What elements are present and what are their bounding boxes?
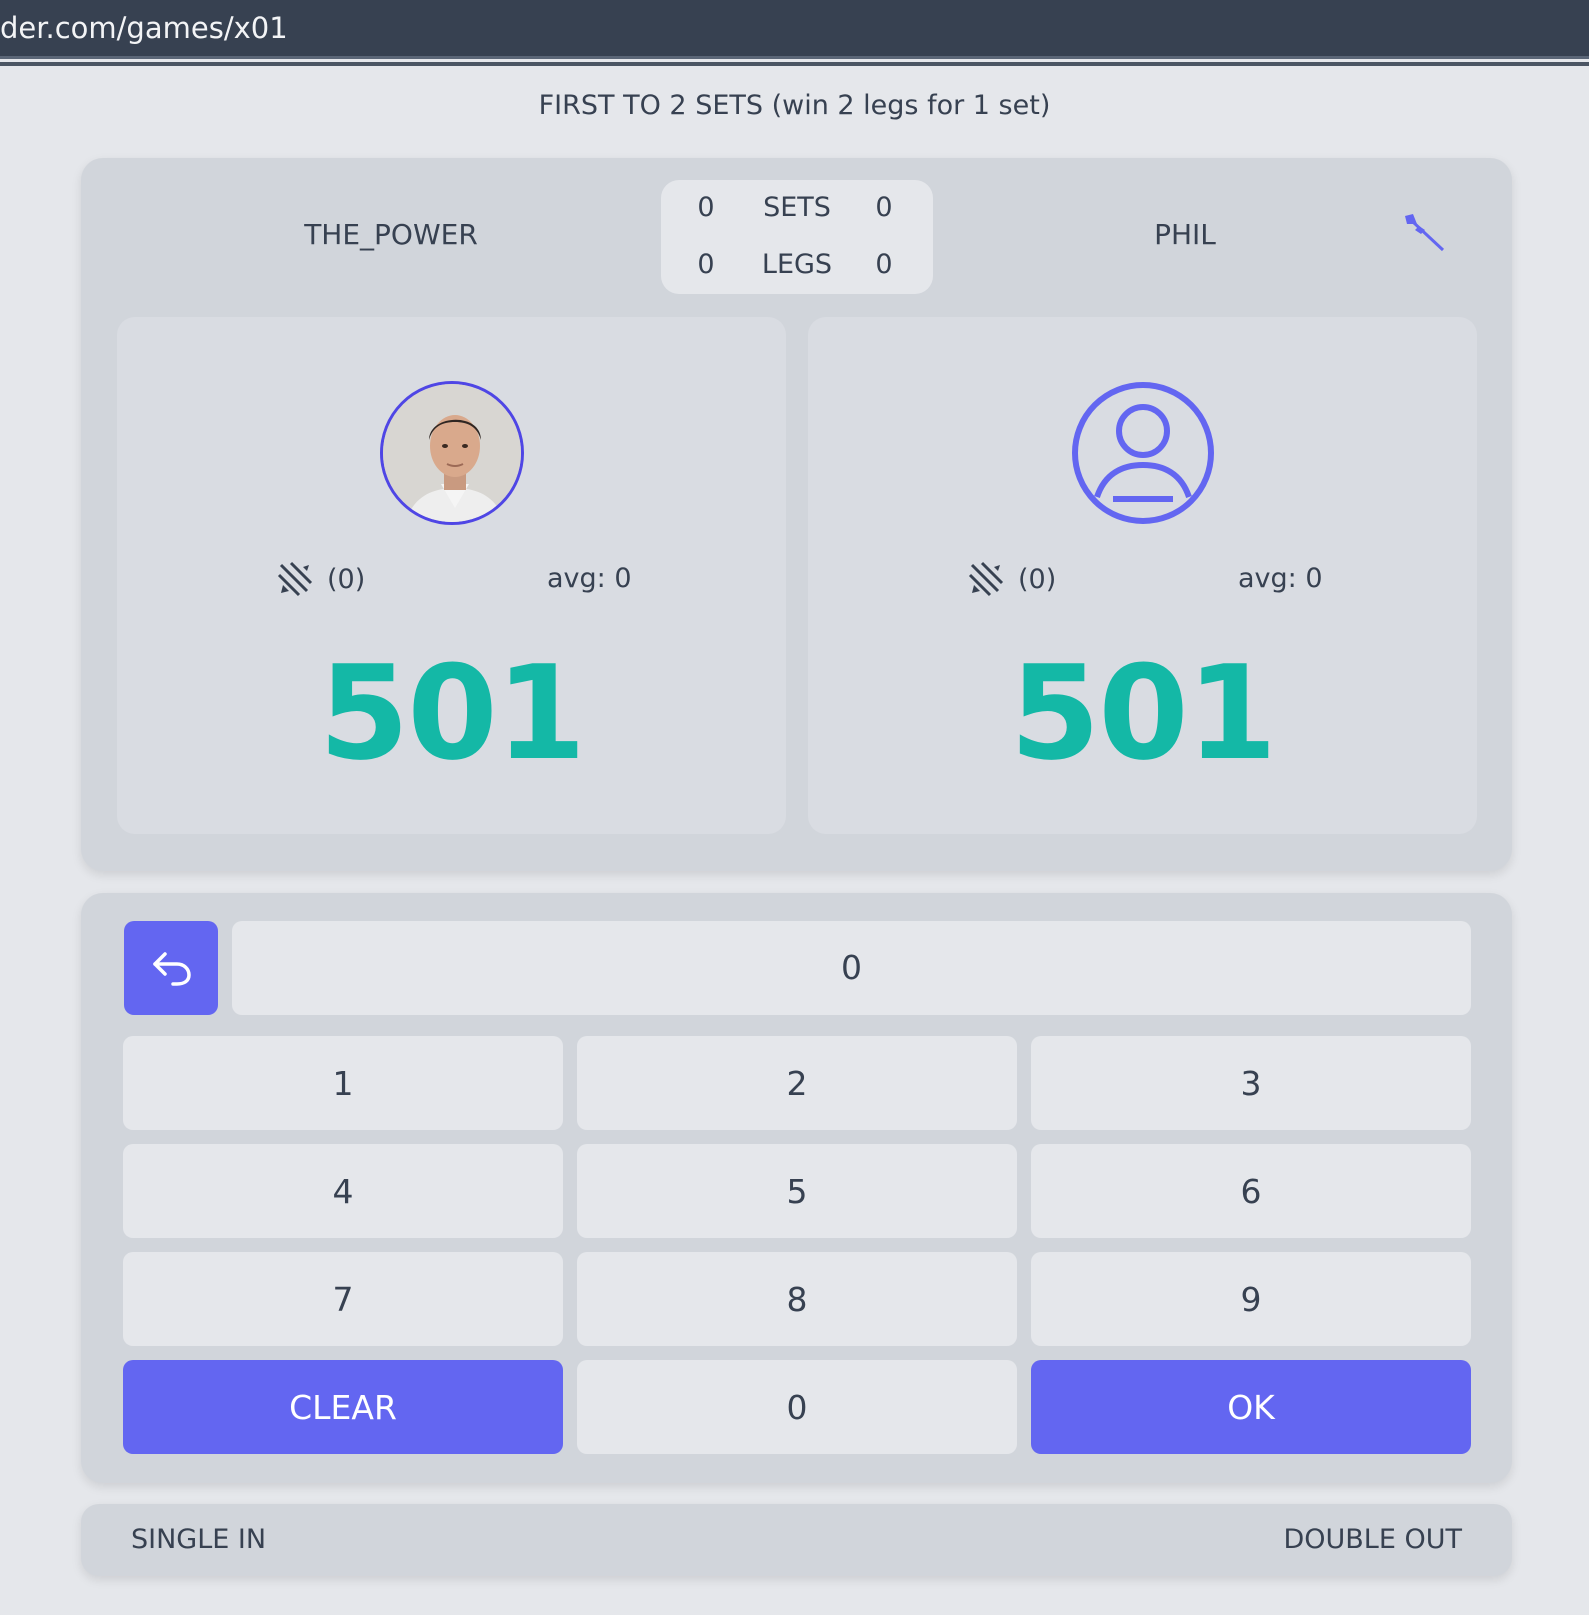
- player1-remaining-score: 501: [318, 637, 586, 789]
- key-6[interactable]: 6: [1031, 1144, 1471, 1238]
- player1-photo: [383, 384, 521, 522]
- player2-name: PHIL: [1154, 218, 1216, 251]
- score-input[interactable]: 0: [232, 921, 1471, 1015]
- key-3[interactable]: 3: [1031, 1036, 1471, 1130]
- darts-icon: [968, 561, 1004, 597]
- key-2[interactable]: 2: [577, 1036, 1017, 1130]
- sets-label: SETS: [763, 192, 831, 223]
- player2-darts-count: (0): [1018, 563, 1057, 595]
- key-5[interactable]: 5: [577, 1144, 1017, 1238]
- player2-darts-thrown: (0): [968, 559, 1056, 599]
- user-circle-icon: [1072, 382, 1214, 524]
- player2-average: avg: 0: [1238, 563, 1323, 594]
- score-keypad: 0 1 2 3 4 5 6 7 8 9 CLEAR 0 OK: [81, 893, 1512, 1483]
- clear-button[interactable]: CLEAR: [123, 1360, 563, 1454]
- player2-remaining-score: 501: [1009, 637, 1277, 789]
- player2-card: (0) avg: 0 501: [808, 317, 1477, 834]
- legs-label: LEGS: [761, 249, 833, 280]
- browser-url-bar[interactable]: der.com/games/x01: [0, 0, 1589, 59]
- player1-card: (0) avg: 0 501: [117, 317, 786, 834]
- scoreboard-panel: THE_POWER 0 SETS 0 0 LEGS 0 PHIL (0) avg…: [81, 158, 1512, 871]
- url-text: der.com/games/x01: [0, 11, 288, 45]
- url-bar-divider: [0, 62, 1589, 66]
- key-9[interactable]: 9: [1031, 1252, 1471, 1346]
- ok-button[interactable]: OK: [1031, 1360, 1471, 1454]
- match-format-title: FIRST TO 2 SETS (win 2 legs for 1 set): [538, 90, 1051, 121]
- key-0[interactable]: 0: [577, 1360, 1017, 1454]
- player1-darts-thrown: (0): [277, 559, 365, 599]
- player2-legs: 0: [875, 249, 893, 280]
- key-7[interactable]: 7: [123, 1252, 563, 1346]
- dart-icon: [1405, 214, 1445, 252]
- game-mode-bar: SINGLE IN DOUBLE OUT: [81, 1504, 1512, 1576]
- player1-name: THE_POWER: [304, 218, 478, 251]
- player1-legs: 0: [697, 249, 715, 280]
- legs-row: 0 LEGS 0: [661, 249, 933, 289]
- player1-average: avg: 0: [547, 563, 632, 594]
- key-4[interactable]: 4: [123, 1144, 563, 1238]
- key-1[interactable]: 1: [123, 1036, 563, 1130]
- undo-button[interactable]: [124, 921, 218, 1015]
- player1-avatar: [380, 381, 524, 525]
- undo-icon: [153, 952, 191, 986]
- out-mode-label: DOUBLE OUT: [1283, 1524, 1462, 1555]
- player1-sets: 0: [697, 192, 715, 223]
- player1-darts-count: (0): [327, 563, 366, 595]
- darts-icon: [277, 561, 313, 597]
- key-8[interactable]: 8: [577, 1252, 1017, 1346]
- in-mode-label: SINGLE IN: [131, 1524, 267, 1555]
